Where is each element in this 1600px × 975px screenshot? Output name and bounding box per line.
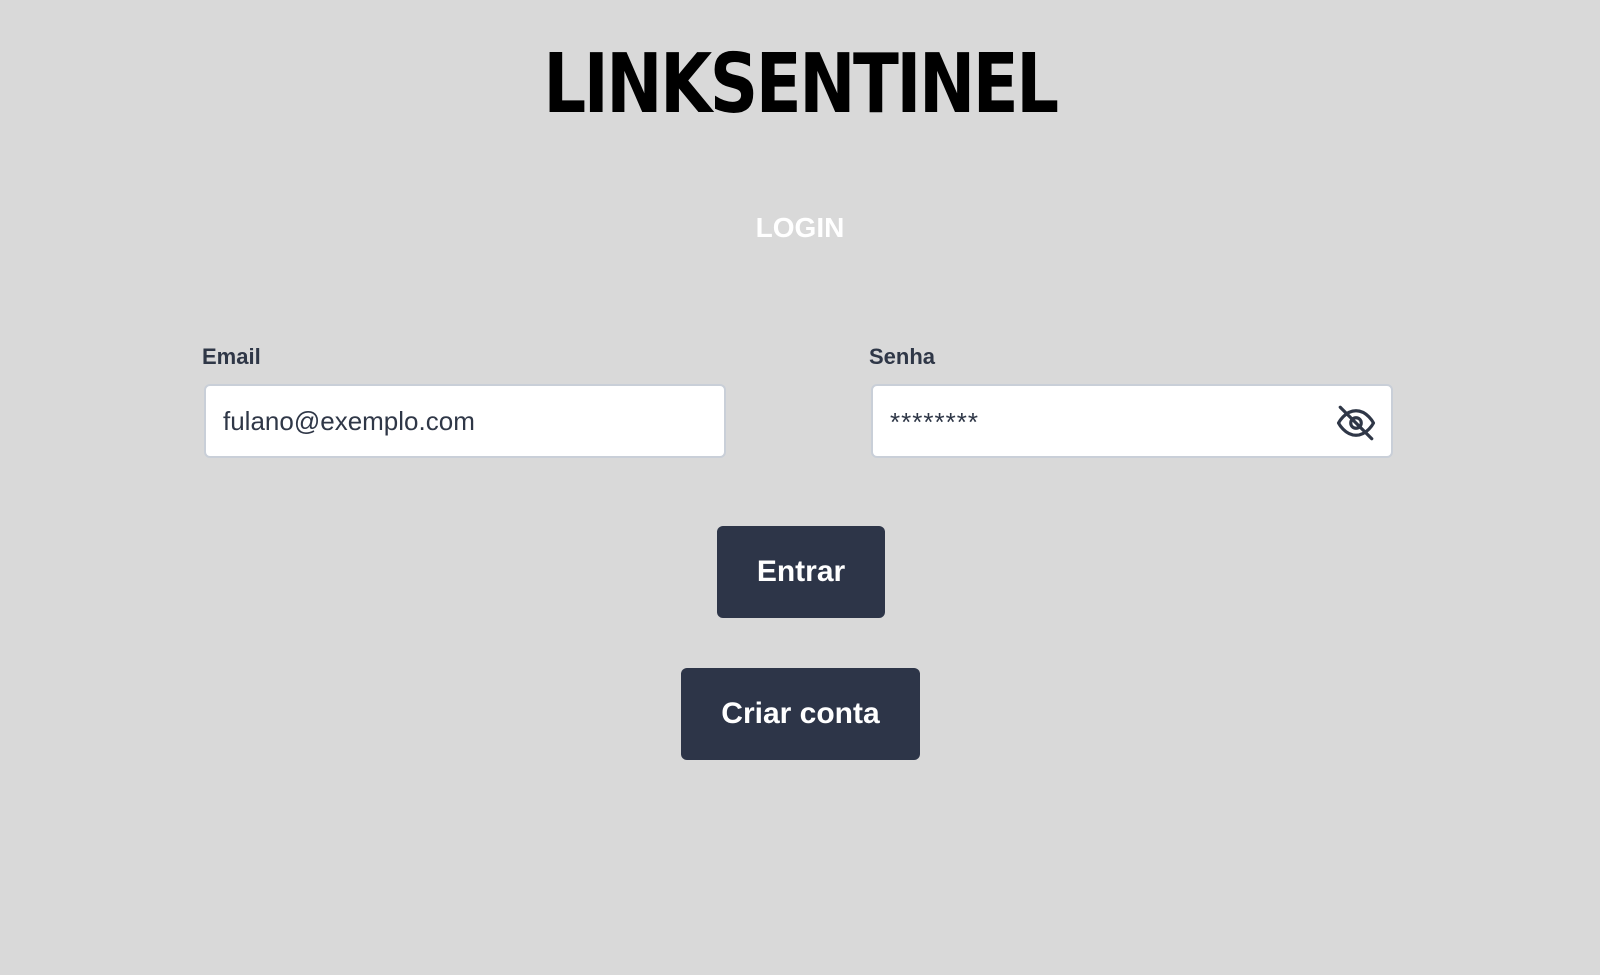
password-label: Senha xyxy=(869,344,936,369)
email-input[interactable] xyxy=(206,386,724,456)
eye-off-icon[interactable] xyxy=(1335,402,1377,444)
login-page: LINKSENTINEL LOGIN Email Senha ******** … xyxy=(0,0,1600,975)
password-input[interactable]: ******** xyxy=(890,386,979,458)
email-label: Email xyxy=(202,344,261,369)
password-field-group: Senha ******** xyxy=(869,340,1395,458)
email-input-box xyxy=(204,384,726,458)
email-field-group: Email xyxy=(202,340,728,458)
login-button[interactable]: Entrar xyxy=(717,526,885,618)
create-account-button[interactable]: Criar conta xyxy=(681,668,920,760)
app-logo: LINKSENTINEL xyxy=(543,37,1059,132)
page-title: LOGIN xyxy=(755,212,845,243)
password-input-box[interactable]: ******** xyxy=(871,384,1393,458)
